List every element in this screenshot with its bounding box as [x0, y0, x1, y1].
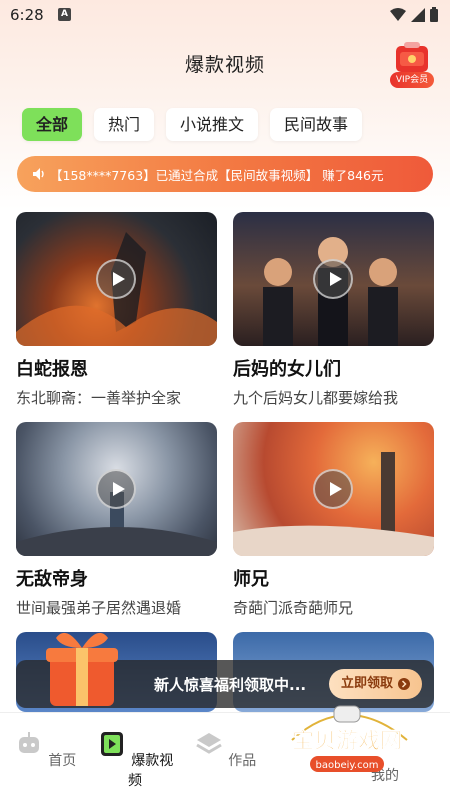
- signal-icon: [411, 7, 425, 22]
- video-thumbnail: [16, 422, 217, 556]
- play-icon[interactable]: [96, 259, 136, 299]
- status-time: 6:28: [10, 6, 44, 24]
- video-title: 无敌帝身: [16, 569, 88, 590]
- video-thumbnail: [233, 422, 434, 556]
- play-icon[interactable]: [96, 469, 136, 509]
- layers-icon: [196, 733, 222, 754]
- claim-button-label: 立即领取: [340, 676, 393, 691]
- announcement-marquee: 【158****7763】已通过合成【民间故事视频】 赚了846元: [17, 156, 433, 192]
- robot-icon: [18, 732, 39, 753]
- video-thumbnail: [16, 212, 217, 346]
- tab-folk-stories[interactable]: 民间故事: [270, 108, 363, 141]
- speaker-icon: [33, 168, 47, 180]
- play-icon[interactable]: [313, 259, 353, 299]
- video-subtitle: 世间最强弟子居然遇退婚: [16, 599, 182, 617]
- vip-button[interactable]: VIP会员: [386, 40, 438, 90]
- nav-works[interactable]: 作品: [180, 729, 270, 770]
- video-subtitle: 九个后妈女儿都要嫁给我: [233, 389, 399, 407]
- video-title: 后妈的女儿们: [233, 359, 341, 380]
- video-card[interactable]: 后妈的女儿们 九个后妈女儿都要嫁给我: [233, 212, 434, 408]
- promo-text: 新人惊喜福利领取中...: [154, 676, 307, 694]
- claim-button[interactable]: 立即领取: [328, 669, 422, 699]
- nav-label: 首页: [48, 753, 77, 769]
- site-watermark: 宝贝游戏网 baobeiy.com: [291, 705, 408, 772]
- video-card[interactable]: 无敌帝身 世间最强弟子居然遇退婚: [16, 422, 217, 618]
- status-bar: 6:28 A: [0, 0, 450, 30]
- notification-a-icon: A: [58, 8, 71, 21]
- arrow-right-icon: [398, 678, 410, 690]
- nav-hot-videos[interactable]: 爆款视频: [90, 729, 180, 790]
- video-title: 师兄: [233, 569, 269, 590]
- tab-hot[interactable]: 热门: [94, 108, 155, 141]
- watermark-url: baobeiy.com: [316, 760, 379, 771]
- gift-box-icon: [46, 632, 118, 706]
- video-card[interactable]: 师兄 奇葩门派奇葩师兄: [233, 422, 434, 618]
- nav-home[interactable]: 首页: [0, 729, 90, 770]
- video-thumbnail: [233, 212, 434, 346]
- video-subtitle: 奇葩门派奇葩师兄: [233, 599, 354, 617]
- watermark-title: 宝贝游戏网: [292, 728, 402, 754]
- video-play-icon: [100, 732, 123, 756]
- video-subtitle: 东北聊斋：一善举护全家: [16, 389, 182, 407]
- nav-label: 作品: [228, 753, 257, 769]
- wifi-icon: [390, 7, 406, 21]
- battery-icon: [430, 7, 438, 22]
- video-title: 白蛇报恩: [16, 359, 88, 380]
- category-tabs: 全部 热门 小说推文 民间故事: [22, 108, 363, 141]
- announcement-text: 【158****7763】已通过合成【民间故事视频】 赚了846元: [50, 167, 384, 183]
- vip-label: VIP会员: [390, 72, 434, 88]
- tab-all[interactable]: 全部: [22, 108, 83, 141]
- status-icons: [390, 7, 438, 22]
- play-icon[interactable]: [313, 469, 353, 509]
- page-title: 爆款视频: [184, 54, 265, 76]
- tab-novel[interactable]: 小说推文: [166, 108, 259, 141]
- video-card[interactable]: 白蛇报恩 东北聊斋：一善举护全家: [16, 212, 217, 408]
- nav-label: 爆款视频: [128, 753, 174, 789]
